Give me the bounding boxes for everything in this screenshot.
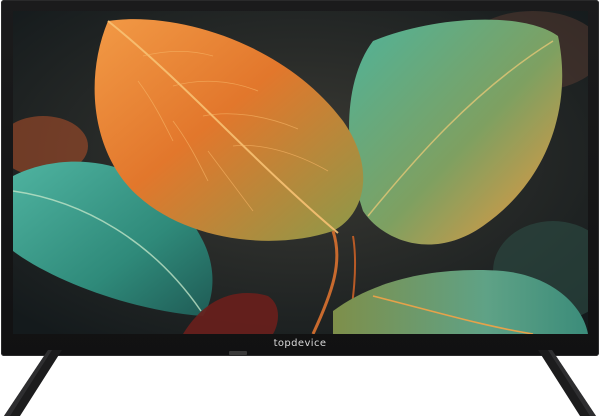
stand-right-leg [538,350,596,416]
stand-left [0,350,70,416]
tv-screen [13,11,588,334]
tv-bezel: topdevice [1,0,599,356]
leaves-wallpaper [13,11,588,334]
stand-left-leg [4,350,62,416]
brand-logo: topdevice [273,338,327,349]
product-image: topdevice [0,0,600,416]
ir-sensor [229,351,247,355]
stand-right [530,350,600,416]
